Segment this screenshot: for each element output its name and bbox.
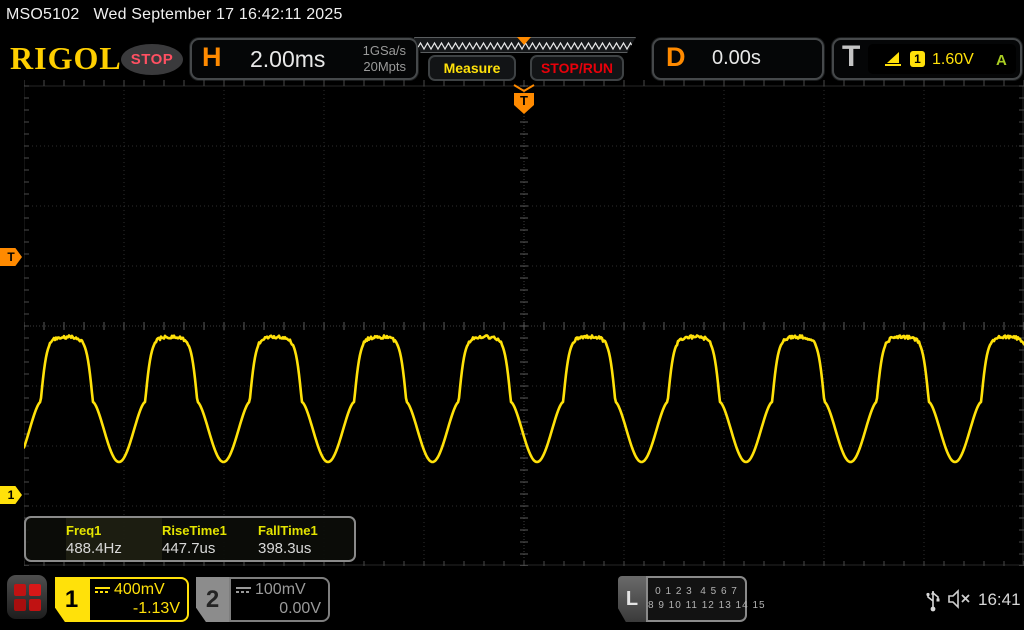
- topbar: MSO5102 Wed September 17 16:42:11 2025: [6, 6, 357, 24]
- trigger-label: T: [842, 40, 861, 73]
- digital-row2: 8 9 10 11 12 13 14 15: [648, 600, 766, 611]
- channel2-values[interactable]: 100mV 0.00V: [229, 577, 330, 622]
- rising-edge-trigger-icon: [885, 52, 901, 66]
- measurement-label: Freq1: [66, 523, 102, 538]
- delay-value[interactable]: 0.00s: [712, 47, 761, 70]
- digital-channels-box[interactable]: 0 1 2 3 4 5 6 7 8 9 10 11 12 13 14 15: [646, 576, 765, 622]
- memory-position-marker-icon[interactable]: [517, 37, 531, 45]
- measurement-results-box[interactable]: Freq1 488.4Hz RiseTime1 447.7us FallTime…: [24, 516, 356, 562]
- trigger-position-letter: T: [520, 93, 528, 108]
- timebase-value[interactable]: 2.00ms: [250, 46, 325, 73]
- measurement-freq[interactable]: Freq1 488.4Hz: [66, 518, 162, 560]
- measurement-value: 447.7us: [162, 540, 216, 557]
- measurement-value: 488.4Hz: [66, 540, 122, 557]
- channel1-scale: 400mV: [114, 581, 165, 598]
- digital-row1: 0 1 2 3 4 5 6 7: [655, 586, 738, 597]
- channel1-position-flag[interactable]: 1: [0, 486, 22, 504]
- measurement-label: FallTime1: [258, 523, 318, 538]
- horizontal-label: H: [202, 42, 222, 72]
- usb-icon: [926, 591, 940, 612]
- measure-button[interactable]: Measure: [428, 55, 516, 81]
- sample-rate: 1GSa/s: [362, 43, 406, 58]
- delay-label: D: [666, 42, 686, 72]
- measurement-label: RiseTime1: [162, 523, 227, 538]
- sample-rate-block: 1GSa/s 20Mpts: [363, 43, 406, 75]
- channel2-scale: 100mV: [255, 581, 306, 598]
- datetime: Wed September 17 16:42:11 2025: [93, 6, 343, 23]
- trigger-source-badge: 1: [910, 51, 925, 67]
- dc-coupling-icon: [95, 587, 110, 593]
- dc-coupling-icon: [236, 587, 251, 593]
- logic-analyzer-block[interactable]: L 0 1 2 3 4 5 6 7 8 9 10 11 12 13 14 15: [618, 576, 765, 622]
- speaker-muted-icon[interactable]: [946, 588, 972, 610]
- measurement-value: 398.3us: [258, 540, 312, 557]
- clock: 16:41: [978, 590, 1021, 609]
- model-name: MSO5102: [6, 6, 80, 23]
- main-menu-icon[interactable]: [7, 575, 47, 619]
- channel2-tab[interactable]: 2: [196, 577, 229, 622]
- memory-depth: 20Mpts: [363, 59, 406, 74]
- channel2-block[interactable]: 2 100mV 0.00V: [196, 577, 330, 622]
- trigger-level-flag[interactable]: T: [0, 248, 22, 266]
- channel1-values[interactable]: 400mV -1.13V: [88, 577, 189, 622]
- oscilloscope-screen: MSO5102 Wed September 17 16:42:11 2025 RI…: [0, 0, 1024, 630]
- measurement-falltime[interactable]: FallTime1 398.3us: [258, 518, 354, 560]
- channel1-tab[interactable]: 1: [55, 577, 88, 622]
- acquisition-status-badge: STOP: [121, 44, 183, 75]
- channel2-offset: 0.00V: [279, 600, 321, 617]
- channel1-block[interactable]: 1 400mV -1.13V: [55, 577, 189, 622]
- waveform-display-grid[interactable]: [24, 80, 1024, 566]
- trigger-mode: A: [996, 52, 1007, 69]
- measurement-risetime[interactable]: RiseTime1 447.7us: [162, 518, 258, 560]
- channel1-offset: -1.13V: [132, 600, 180, 617]
- logic-analyzer-tab[interactable]: L: [618, 576, 646, 622]
- stop-run-button[interactable]: STOP/RUN: [530, 55, 624, 81]
- rigol-logo: RIGOL: [10, 40, 122, 76]
- trigger-level-value: 1.60V: [932, 51, 974, 68]
- trigger-position-marker[interactable]: T: [511, 83, 537, 117]
